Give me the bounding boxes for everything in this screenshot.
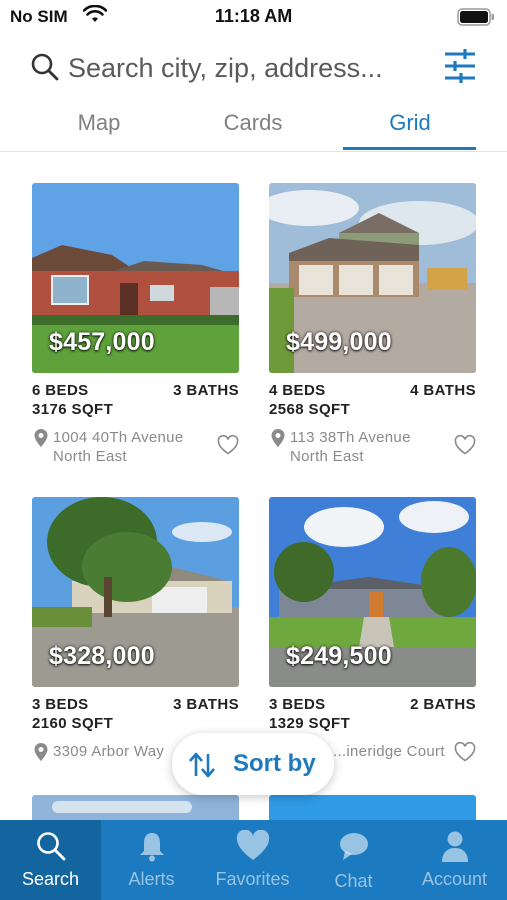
listing-photo[interactable] [269,795,476,820]
bottom-tab-bar: Search Alerts Favorites Chat Account [0,820,507,900]
listing-baths: 3 BATHS [173,382,239,399]
status-bar: No SIM 11:18 AM [0,0,507,34]
listing-baths: 2 BATHS [410,696,476,713]
search-bar [0,40,507,96]
listing-baths: 4 BATHS [410,382,476,399]
location-pin-icon [34,743,48,761]
listing-beds: 6 BEDS [32,382,89,399]
search-icon [31,53,59,81]
nav-alerts[interactable]: Alerts [101,820,202,900]
location-pin-icon [271,429,285,447]
nav-label: Favorites [215,869,290,889]
sort-arrows-icon [189,752,215,778]
listing-address: ...ineridge Court [333,743,445,760]
search-input[interactable] [68,49,428,87]
nav-favorites[interactable]: Favorites [202,820,303,900]
listing-address: 1004 40Th Avenue North East [53,429,184,465]
listing-photo[interactable]: $457,000 [32,183,239,373]
nav-chat[interactable]: Chat [303,820,404,900]
active-tab-indicator [343,147,476,150]
listing-beds: 4 BEDS [269,382,326,399]
bell-icon [139,833,164,862]
listing-price: $249,500 [286,642,392,670]
listing-price: $328,000 [49,642,155,670]
listing-photo[interactable]: $249,500 [269,497,476,687]
nav-account[interactable]: Account [404,820,505,900]
listing-beds: 3 BEDS [32,696,89,713]
tab-grid[interactable]: Grid [355,110,465,136]
location-pin-icon [34,429,48,447]
sort-label: Sort by [233,750,316,777]
listing-photo[interactable]: $328,000 [32,497,239,687]
battery-icon [457,8,494,26]
listing-sqft: 2568 SQFT [269,401,351,418]
tab-cards[interactable]: Cards [198,110,308,136]
nav-label: Chat [334,871,373,891]
nav-label: Search [21,869,80,889]
favorite-heart-icon[interactable] [454,435,476,455]
heart-icon [236,830,269,860]
sort-button[interactable]: Sort by [172,733,334,795]
favorite-heart-icon[interactable] [454,742,476,762]
listing-price: $499,000 [286,328,392,356]
listing-baths: 3 BATHS [173,696,239,713]
filter-sliders-icon[interactable] [443,48,477,84]
search-icon [36,832,65,861]
view-tabs: Map Cards Grid [0,100,507,152]
clock: 11:18 AM [214,6,293,26]
nav-label: Account [421,869,488,889]
chat-icon [339,833,368,860]
nav-label: Alerts [128,869,175,889]
account-icon [441,831,468,862]
listing-sqft: 1329 SQFT [269,715,351,732]
listing-photo[interactable] [32,795,239,820]
listing-beds: 3 BEDS [269,696,326,713]
listing-photo[interactable]: $499,000 [269,183,476,373]
favorite-heart-icon[interactable] [217,435,239,455]
tab-map[interactable]: Map [44,110,154,136]
listing-sqft: 3176 SQFT [32,401,114,418]
nav-search[interactable]: Search [0,820,101,900]
listing-price: $457,000 [49,328,155,356]
listing-sqft: 2160 SQFT [32,715,114,732]
listing-address: 113 38Th Avenue North East [290,429,411,465]
